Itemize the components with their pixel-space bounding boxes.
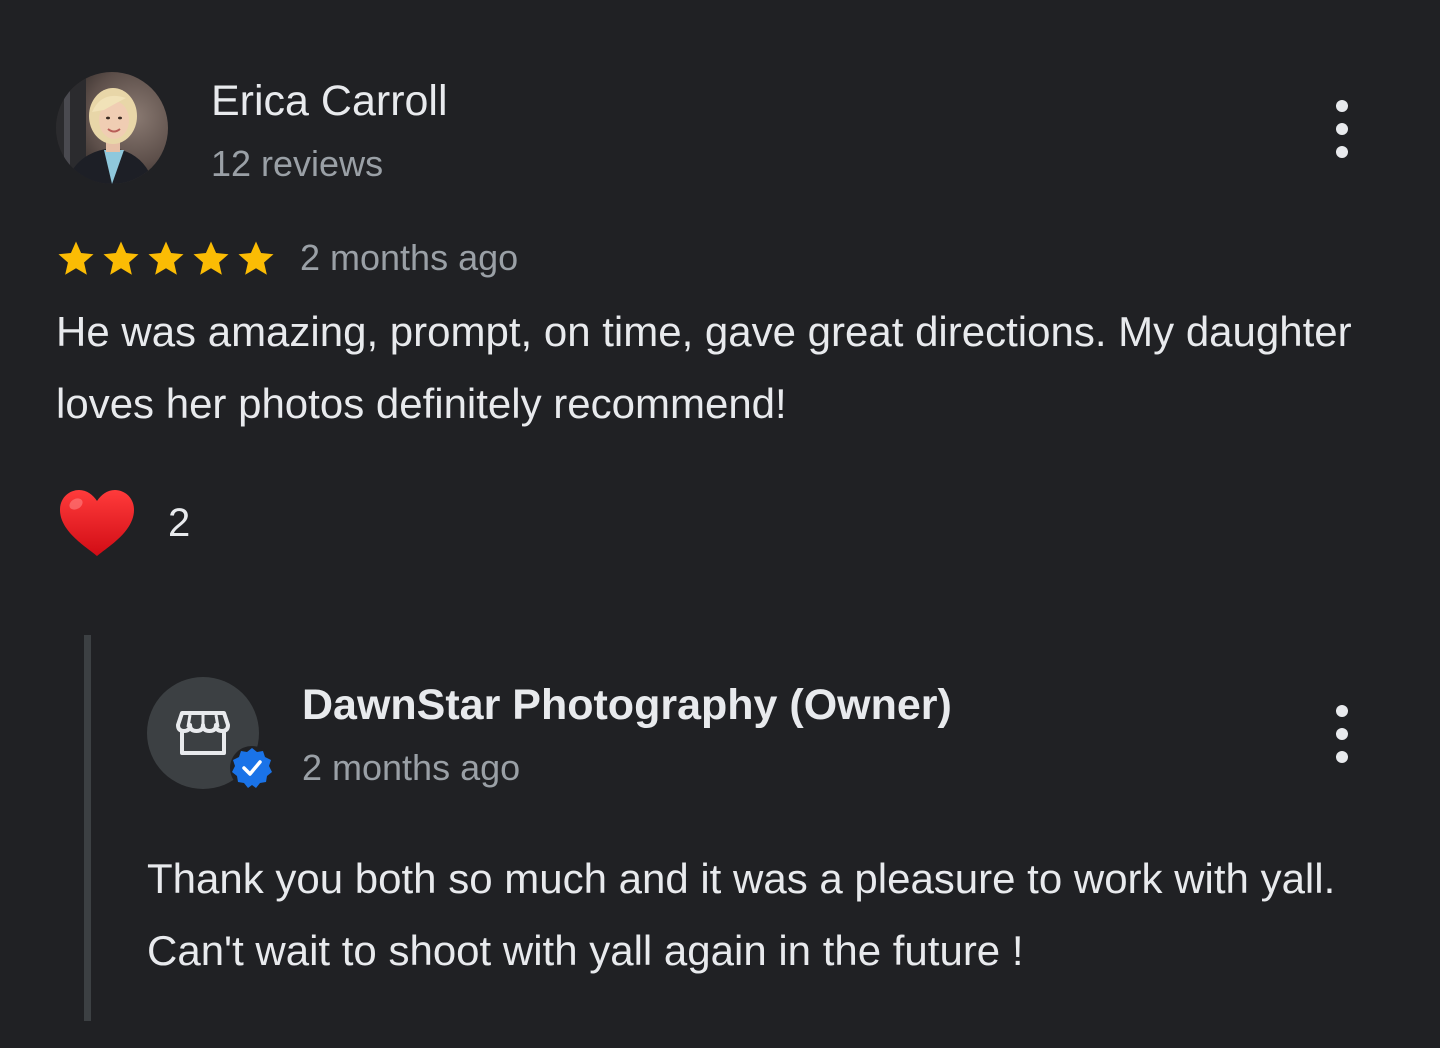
reaction-button[interactable]: 2 <box>58 488 190 558</box>
reviewer-avatar[interactable] <box>56 72 168 184</box>
reply-indent-bar <box>84 635 91 1021</box>
star-icon <box>193 241 229 275</box>
reply-text: Thank you both so much and it was a plea… <box>147 855 1336 974</box>
storefront-icon <box>176 711 230 755</box>
more-vert-icon <box>1336 100 1348 112</box>
more-vert-icon <box>1336 705 1348 717</box>
reviewer-review-count: 12 reviews <box>211 143 384 184</box>
verified-badge-icon <box>230 746 274 790</box>
star-icon <box>148 241 184 275</box>
reply-more-options-button[interactable] <box>1322 705 1362 763</box>
reaction-count: 2 <box>168 501 191 545</box>
review-text: He was amazing, prompt, on time, gave gr… <box>56 308 1352 427</box>
star-icon <box>58 241 94 275</box>
star-icon <box>238 241 274 275</box>
heart-icon <box>60 490 134 556</box>
star-icon <box>103 241 139 275</box>
more-options-button[interactable] <box>1322 100 1362 158</box>
star-rating <box>54 238 278 280</box>
reviewer-name[interactable]: Erica Carroll <box>211 76 448 126</box>
review-date: 2 months ago <box>300 237 519 278</box>
owner-name[interactable]: DawnStar Photography (Owner) <box>302 680 952 730</box>
reply-date: 2 months ago <box>302 747 521 788</box>
